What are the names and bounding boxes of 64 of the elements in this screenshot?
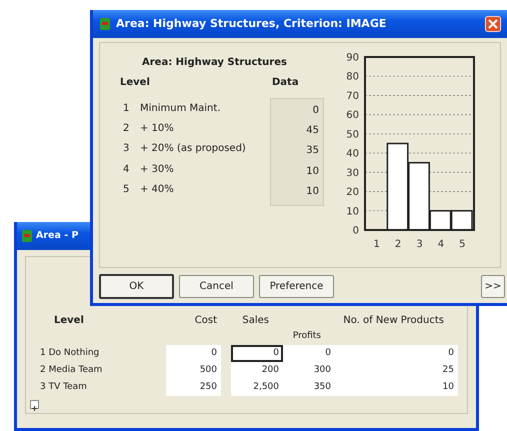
table-cell[interactable]: 500 bbox=[166, 362, 221, 379]
axis-label: 70 bbox=[346, 90, 359, 102]
row-label: + 30% bbox=[140, 162, 174, 177]
axis-label: 30 bbox=[346, 168, 359, 179]
table-cell-text: 10 bbox=[305, 184, 320, 199]
axis-label: 3 bbox=[416, 239, 423, 250]
row-number: 3 bbox=[122, 142, 130, 156]
row-label: 1 Do Nothing bbox=[39, 347, 100, 360]
dialog-button[interactable]: Preference bbox=[259, 275, 334, 298]
row-number: 1 bbox=[122, 102, 130, 116]
axis-label: 40 bbox=[346, 148, 359, 160]
row-label: 3 TV Team bbox=[39, 381, 88, 394]
section-heading: Area: Highway Structures bbox=[141, 56, 288, 70]
axis-label: 50 bbox=[346, 129, 359, 140]
table-cell-text: 35 bbox=[305, 144, 320, 158]
expand-icon bbox=[30, 400, 39, 409]
table-cell[interactable]: 0 bbox=[283, 345, 335, 362]
window-title: Area - P bbox=[36, 228, 78, 243]
axis-label: 80 bbox=[346, 72, 359, 83]
table-cell[interactable]: 300 bbox=[283, 362, 335, 379]
axis-label: 4 bbox=[438, 239, 444, 250]
row-label: + 20% (as proposed) bbox=[140, 142, 246, 156]
column-header: Sales bbox=[241, 314, 270, 328]
axis-label: 2 bbox=[394, 239, 402, 250]
app-icon bbox=[21, 229, 33, 243]
table-cell[interactable]: 0 bbox=[166, 345, 221, 362]
table-cell-text: 45 bbox=[305, 124, 320, 138]
row-number: 2 bbox=[122, 122, 130, 136]
axis-label: 10 bbox=[346, 206, 359, 218]
dialog-button[interactable]: OK bbox=[99, 274, 174, 299]
axis-label: 90 bbox=[346, 52, 359, 64]
table-cell-text: 0 bbox=[312, 104, 320, 118]
table-cell-text: 10 bbox=[305, 164, 320, 179]
table-cell[interactable]: 0 bbox=[335, 345, 458, 362]
table-cell[interactable]: 250 bbox=[166, 379, 221, 396]
column-header: Cost bbox=[194, 314, 218, 328]
column-header: Data bbox=[272, 76, 299, 90]
row-label: + 10% bbox=[140, 122, 174, 136]
table-cell[interactable]: 200 bbox=[231, 362, 283, 379]
axis-label: 1 bbox=[374, 239, 380, 250]
table-cell[interactable]: 2,500 bbox=[231, 379, 283, 396]
row-number: 5 bbox=[122, 182, 130, 197]
more-button[interactable]: >> bbox=[481, 275, 505, 298]
axis-label: 0 bbox=[352, 226, 359, 236]
axis-label: 60 bbox=[346, 110, 359, 122]
column-header: No. of New Products bbox=[342, 314, 445, 328]
column-header: Profits bbox=[292, 330, 322, 343]
bar bbox=[450, 210, 473, 231]
column-header: Level bbox=[120, 76, 151, 90]
close-icon[interactable] bbox=[485, 16, 501, 32]
row-label: Minimum Maint. bbox=[140, 102, 220, 116]
app-icon bbox=[99, 17, 111, 31]
table-cell[interactable]: 10 bbox=[335, 379, 458, 396]
table-cell[interactable]: 25 bbox=[335, 362, 458, 379]
row-label: 2 Media Team bbox=[39, 364, 104, 377]
axis-label: 20 bbox=[346, 187, 359, 198]
table-cell[interactable]: 0 bbox=[231, 345, 283, 362]
column-header: Level bbox=[53, 314, 85, 328]
row-number: 4 bbox=[122, 162, 130, 177]
axis-label: 5 bbox=[459, 239, 466, 250]
window-title: Area: Highway Structures, Criterion: IMAGE bbox=[116, 16, 388, 32]
table-cell[interactable]: 350 bbox=[283, 379, 335, 396]
dialog-button[interactable]: Cancel bbox=[179, 275, 254, 298]
row-label: + 40% bbox=[140, 182, 174, 197]
